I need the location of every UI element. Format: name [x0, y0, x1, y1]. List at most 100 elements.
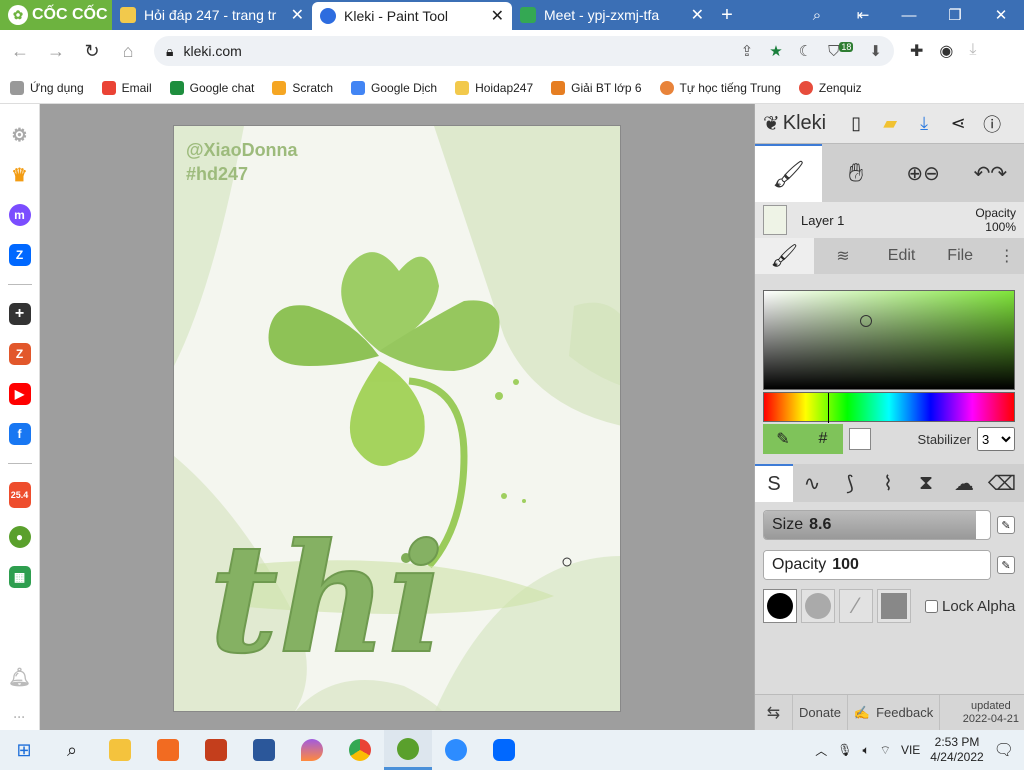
close-tab-icon[interactable]: ✕ [491, 6, 504, 26]
stabilizer-select[interactable]: 3 [977, 427, 1015, 451]
bookmark-apps[interactable]: Ứng dụng [10, 80, 84, 95]
zoom-icon[interactable] [432, 730, 480, 770]
wifi-icon[interactable]: ⌔ [880, 743, 891, 758]
chrome-icon[interactable] [336, 730, 384, 770]
tab-file[interactable]: File [931, 238, 990, 274]
size-slider[interactable]: Size 8.6 [763, 510, 991, 540]
bookmark-google-translate[interactable]: Google Dịch [351, 80, 437, 95]
pen-brush-icon[interactable]: S [755, 464, 793, 502]
color-picker-cursor[interactable] [860, 315, 872, 327]
color-picker-area[interactable] [763, 290, 1015, 390]
more-icon[interactable]: ··· [9, 706, 31, 728]
open-folder-icon[interactable]: ▰ [878, 113, 902, 134]
powerpoint-icon[interactable] [192, 730, 240, 770]
drawing-canvas[interactable]: thi @XiaoDonna #hd247 [173, 125, 621, 712]
undo-redo-buttons[interactable]: ↶↷ [957, 144, 1024, 202]
taskbar-search-icon[interactable]: ⌕ [48, 730, 96, 770]
opacity-pressure-toggle[interactable]: ✎ [997, 556, 1015, 574]
kleki-canvas-area[interactable]: thi @XiaoDonna #hd247 [40, 104, 754, 730]
calendar-grid-icon[interactable]: ▦ [8, 566, 31, 588]
dark-mode-icon[interactable]: ☾ [799, 42, 812, 60]
minimize-icon[interactable]: — [886, 7, 932, 24]
new-image-icon[interactable]: ▯ [844, 113, 868, 134]
windows-start-icon[interactable]: ⊞ [0, 730, 48, 770]
tab-hoidap247[interactable]: Hỏi đáp 247 - trang tr ✕ [112, 0, 312, 30]
file-explorer-icon[interactable] [96, 730, 144, 770]
download-page-icon[interactable]: ⬇ [869, 42, 882, 60]
smudge-brush-icon[interactable]: ☁ [945, 464, 983, 502]
close-window-icon[interactable]: ✕ [978, 6, 1024, 24]
lock-alpha-label[interactable]: Lock Alpha [942, 598, 1015, 615]
coccoc-taskbar-icon[interactable] [384, 730, 432, 770]
bookmark-star-icon[interactable]: ★ [769, 42, 782, 60]
settings-gear-icon[interactable]: ⚙ [9, 124, 31, 146]
word-icon[interactable] [240, 730, 288, 770]
downloads-icon[interactable]: ⤓ [969, 41, 976, 61]
zoom-buttons[interactable]: ⊕⊖ [890, 144, 957, 202]
search-tabs-icon[interactable]: ⌕ [794, 7, 840, 24]
messenger-icon[interactable]: m [8, 204, 31, 226]
forward-icon[interactable]: → [46, 41, 66, 62]
bookmark-tu-hoc[interactable]: Tự học tiếng Trung [659, 80, 781, 95]
line-tip-button[interactable]: ⁄ [839, 589, 873, 623]
notifications-icon[interactable]: 🗨︎ [994, 740, 1014, 760]
tab-kleki[interactable]: Kleki - Paint Tool ✕ [312, 2, 512, 30]
coccoc-game-icon[interactable]: ● [8, 526, 31, 548]
round-tip-button[interactable] [763, 589, 797, 623]
zalo-icon[interactable]: Z [8, 244, 31, 266]
tab-meet[interactable]: Meet - ypj-zxmj-tfa ✕ [512, 0, 712, 30]
tray-expand-icon[interactable]: ︿ [815, 742, 827, 759]
add-app-icon[interactable]: + [8, 303, 31, 325]
youtube-icon[interactable]: ▶ [8, 383, 31, 405]
close-tab-icon[interactable]: ✕ [691, 5, 704, 25]
blend-brush-icon[interactable]: ∿ [793, 464, 831, 502]
chemy-brush-icon[interactable]: ⧗ [907, 464, 945, 502]
adblock-shield-icon[interactable]: ⛉ 18 [828, 42, 854, 60]
clock[interactable]: 2:53 PM 4/24/2022 [930, 735, 983, 765]
foxit-pdf-icon[interactable] [144, 730, 192, 770]
share-icon[interactable]: ⇪ [741, 42, 754, 60]
eraser-icon[interactable]: ⌫ [983, 464, 1021, 502]
notification-bell-icon[interactable]: 🔔︎ [8, 666, 31, 688]
zing-icon[interactable]: Z [8, 343, 31, 365]
share-icon[interactable]: ⋖ [946, 113, 970, 134]
soft-tip-button[interactable] [801, 589, 835, 623]
bookmark-giai-bt[interactable]: Giải BT lớp 6 [551, 80, 642, 95]
lock-alpha-checkbox[interactable] [925, 599, 938, 613]
new-tab-button[interactable]: + [712, 0, 742, 30]
extensions-icon[interactable]: ✚ [910, 41, 923, 61]
facebook-icon[interactable]: f [8, 423, 31, 445]
bookmark-email[interactable]: Email [101, 80, 152, 95]
secondary-color-swatch[interactable] [849, 428, 871, 450]
tab-layers-icon[interactable]: ≋ [814, 238, 873, 274]
kleki-logo[interactable]: ❦ Kleki [763, 111, 826, 136]
crown-icon[interactable]: ♛ [9, 164, 31, 186]
tab-brush-icon[interactable]: 🖌︎ [755, 238, 814, 274]
coccoc-logo[interactable]: ✿ CỐC CỐC [0, 0, 112, 30]
swap-side-icon[interactable]: ⇆ [755, 694, 793, 731]
feedback-button[interactable]: ✍ Feedback [848, 694, 941, 731]
sketchy-brush-icon[interactable]: ⟆ [831, 464, 869, 502]
opacity-slider[interactable]: Opacity 100 [763, 550, 991, 580]
hand-tool-button[interactable]: ✋︎ [822, 144, 889, 202]
bookmark-zenquiz[interactable]: Zenquiz [798, 80, 862, 95]
hue-slider[interactable] [763, 392, 1015, 423]
square-tip-button[interactable] [877, 589, 911, 623]
more-menu-icon[interactable]: ⋮ [990, 238, 1024, 274]
save-download-icon[interactable]: ⤓ [912, 113, 936, 134]
eyedropper-icon[interactable]: ✎ [763, 424, 803, 454]
profile-icon[interactable]: ◉ [939, 41, 953, 61]
reload-icon[interactable]: ↻ [82, 41, 102, 62]
help-icon[interactable]: ⓘ [980, 111, 1004, 137]
close-tab-icon[interactable]: ✕ [291, 5, 304, 25]
hue-slider-handle[interactable] [828, 393, 829, 423]
bookmark-google-chat[interactable]: Google chat [169, 80, 254, 95]
layer-row[interactable]: Layer 1 Opacity 100% [755, 202, 1024, 238]
shopee-icon[interactable]: 25.4 [8, 482, 31, 508]
volume-icon[interactable]: 🔈︎ [862, 743, 869, 758]
donate-button[interactable]: Donate [793, 694, 848, 731]
url-bar[interactable]: 🔒︎ kleki.com ⇪ ★ ☾ ⛉ 18 ⬇ [154, 36, 894, 66]
restore-icon[interactable]: ❐ [932, 6, 978, 24]
zalo-taskbar-icon[interactable] [480, 730, 528, 770]
size-pressure-toggle[interactable]: ✎ [997, 516, 1015, 534]
